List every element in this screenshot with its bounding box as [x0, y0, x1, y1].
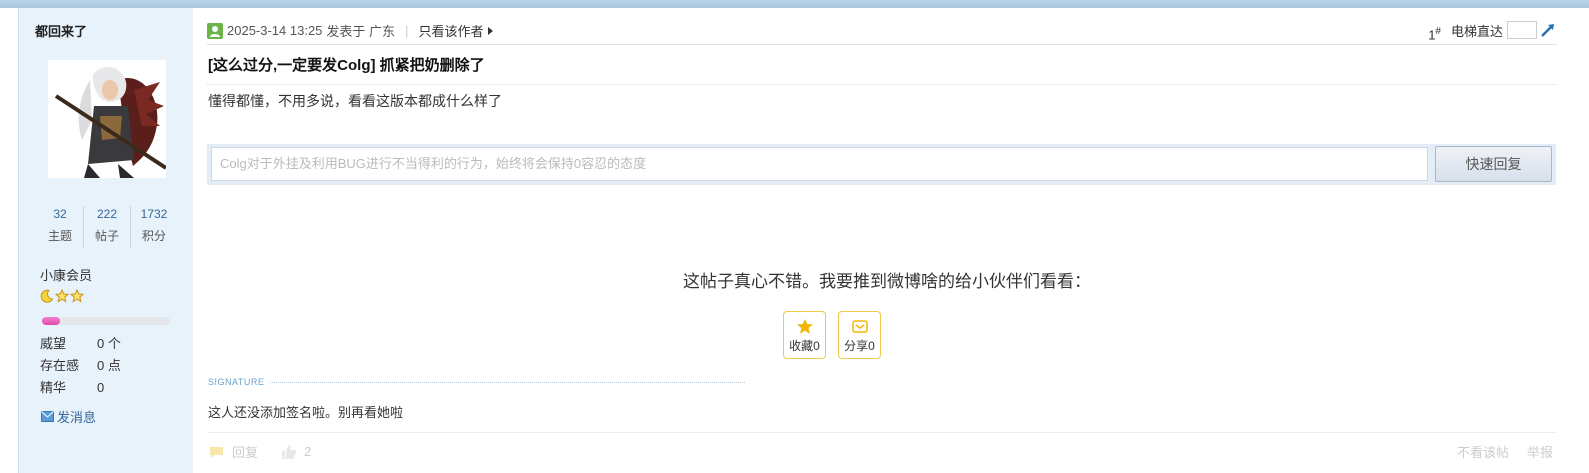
reply-bubble-icon[interactable]: [208, 445, 226, 459]
signature-text: 这人还没添加签名啦。别再看她啦: [208, 405, 404, 420]
quick-reply-button[interactable]: 快速回复: [1435, 146, 1552, 182]
thumbs-up-icon[interactable]: [280, 444, 298, 460]
floor-number[interactable]: 1#: [1428, 26, 1441, 42]
post-content: 懂得都懂，不用多说，看看这版本都成什么样了: [208, 93, 502, 109]
stat-points[interactable]: 1732 积分: [131, 206, 177, 248]
stat-value: 222: [96, 207, 118, 221]
favorite-button[interactable]: 收藏0: [783, 311, 826, 359]
top-border-bar: [0, 0, 1589, 8]
stat-label: 积分: [141, 229, 166, 243]
elevator-label: 电梯直达: [1450, 23, 1503, 39]
info-row: 存在感 0 点: [40, 355, 121, 377]
info-value: 0 点: [97, 358, 121, 373]
credit-progress-fill: [42, 317, 60, 325]
avatar[interactable]: [48, 60, 166, 178]
stat-topics[interactable]: 32 主题: [37, 206, 84, 248]
user-icon: [207, 22, 223, 39]
stat-value: 32: [53, 207, 67, 221]
share-icon: [851, 320, 868, 333]
info-key: 存在感: [40, 358, 80, 373]
share-prompt: 这帖子真心不错。我要推到微博啥的给小伙伴们看看：: [683, 272, 1091, 291]
moon-icon: [40, 289, 54, 303]
member-rank[interactable]: 小康会员: [40, 265, 92, 284]
stat-label: 主题: [47, 229, 72, 243]
caret-right-icon: [488, 26, 494, 35]
star-icon: [70, 289, 84, 303]
star-icon: [55, 289, 69, 303]
go-arrow-icon[interactable]: [1539, 21, 1557, 39]
post-datetime: 2025-3-14 13:25: [227, 23, 323, 38]
signature-label: SIGNATURE: [208, 377, 265, 387]
star-icon: [796, 319, 813, 334]
post-header: 2025-3-14 13:25 发表于 广东 | 只看该作者 1# 电梯直达: [207, 16, 1557, 45]
author-info: 威望 0 个 存在感 0 点 精华 0: [40, 333, 121, 399]
signature-divider: [270, 382, 745, 383]
info-key: 威望: [40, 336, 67, 351]
reply-link[interactable]: 回复: [232, 442, 258, 461]
footer-divider: [207, 432, 1557, 433]
credit-progress-bar: [42, 317, 170, 325]
info-key: 精华: [40, 380, 67, 395]
info-value: 0 个: [97, 336, 121, 351]
stat-posts[interactable]: 222 帖子: [84, 206, 131, 248]
post-actions: 回复 2: [208, 442, 311, 461]
post-footer-tools: 不看该帖 举报: [1457, 442, 1553, 461]
like-count: 2: [304, 444, 312, 459]
author-stats: 32 主题 222 帖子 1732 积分: [37, 206, 177, 248]
post-tools: 1# 电梯直达: [1428, 18, 1557, 42]
share-button[interactable]: 分享0: [838, 311, 881, 359]
quick-reply-box: Colg对于外挂及利用BUG进行不当得利的行为，始终将会保持0容忍的态度 快速回…: [207, 144, 1556, 185]
share-label: 分享0: [844, 339, 875, 353]
floor-jump-input[interactable]: [1507, 21, 1537, 40]
post-meta: 2025-3-14 13:25 发表于 广东 | 只看该作者: [207, 21, 495, 40]
stat-label: 帖子: [94, 229, 119, 243]
info-row: 威望 0 个: [40, 333, 121, 355]
favorite-label: 收藏0: [789, 339, 820, 353]
info-value: 0: [97, 380, 105, 395]
author-sidebar: 都回来了 32 主题 222 帖子 1732 积分 小康会员 威望 0 个 存在…: [19, 8, 193, 473]
author-name[interactable]: 都回来了: [35, 21, 87, 40]
post-title: [这么过分,一定要发Colg] 抓紧把奶删除了: [208, 57, 485, 74]
stat-value: 1732: [140, 207, 168, 221]
rank-stars: [40, 289, 84, 303]
quick-reply-input[interactable]: Colg对于外挂及利用BUG进行不当得利的行为，始终将会保持0容忍的态度: [211, 147, 1428, 181]
send-message-link[interactable]: 发消息: [41, 407, 96, 426]
post-location: 发表于 广东: [326, 24, 396, 39]
send-message-label: 发消息: [57, 410, 97, 425]
report-link[interactable]: 举报: [1527, 442, 1553, 461]
floor-mark: #: [1435, 26, 1441, 37]
hide-post-link[interactable]: 不看该帖: [1457, 442, 1509, 461]
only-author-link[interactable]: 只看该作者: [418, 21, 483, 40]
divider: |: [405, 23, 409, 38]
title-divider: [207, 84, 1557, 85]
info-row: 精华 0: [40, 377, 121, 399]
mail-icon: [41, 411, 54, 422]
